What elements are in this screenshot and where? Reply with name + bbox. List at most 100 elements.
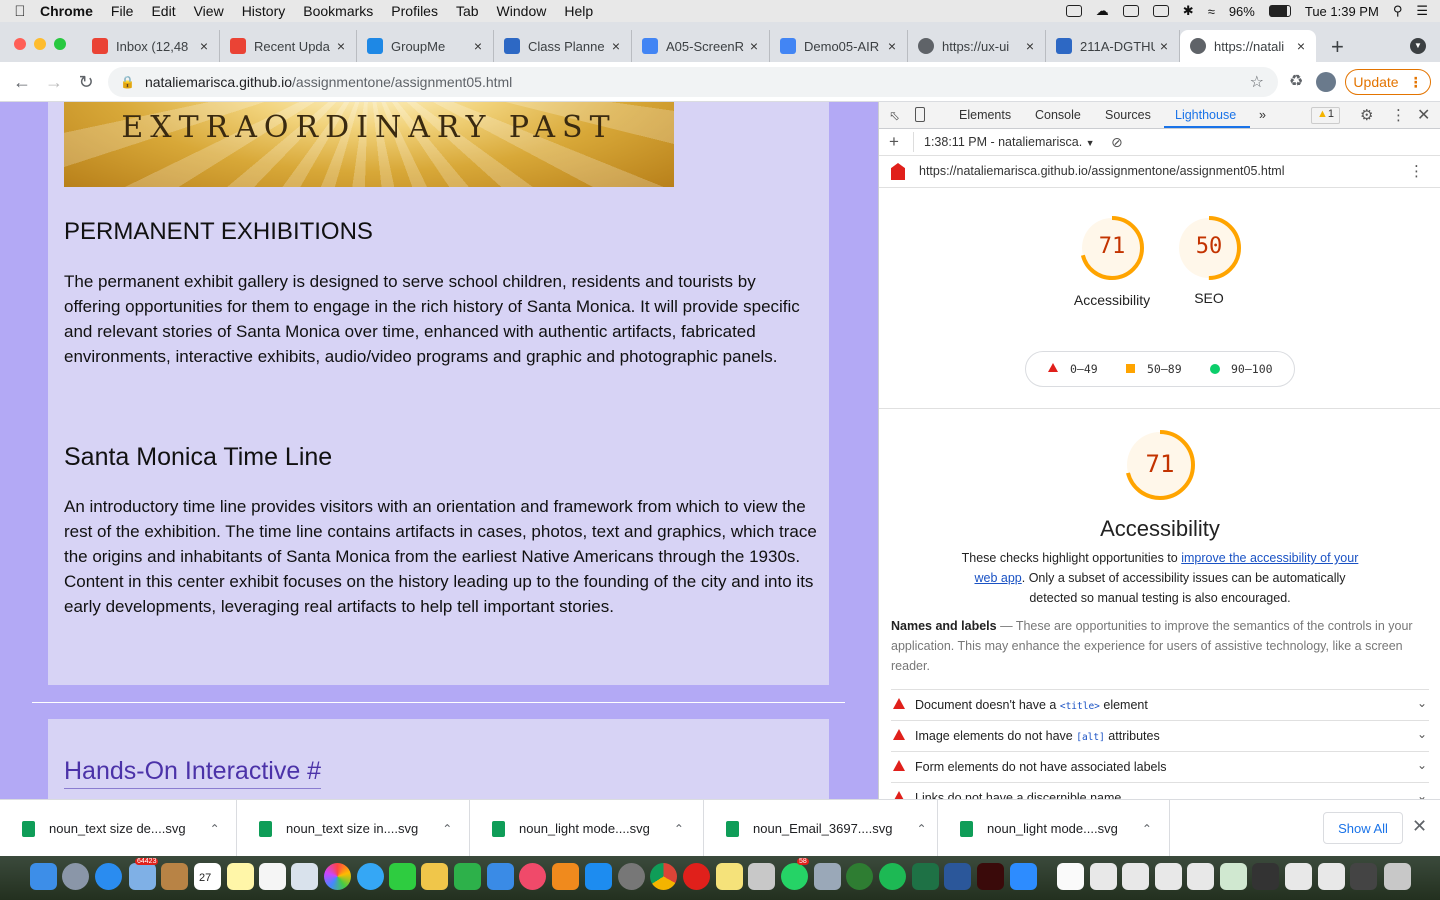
recent-doc-icon[interactable] [1220,863,1247,890]
close-downloads-shelf-icon[interactable]: ✕ [1412,816,1427,837]
show-all-downloads-button[interactable]: Show All [1323,812,1403,844]
stickies-icon[interactable] [716,863,743,890]
devtools-close-icon[interactable]: ✕ [1417,105,1430,125]
finder-icon[interactable] [30,863,57,890]
browser-tab[interactable]: Class Planne × [494,30,632,62]
contacts-icon[interactable] [161,863,188,890]
numbers-icon[interactable] [454,863,481,890]
download-item[interactable]: noun_light mode....svg ⌃ [938,800,1170,857]
music-icon[interactable] [519,863,546,890]
battery-percent[interactable]: 96% [1229,4,1255,19]
trash-icon[interactable] [1384,863,1411,890]
opera-icon[interactable] [683,863,710,890]
excel-icon[interactable] [912,863,939,890]
pages-icon[interactable] [421,863,448,890]
clock[interactable]: Tue 1:39 PM [1305,4,1379,19]
window-zoom-icon[interactable] [54,38,66,50]
whatsapp-icon[interactable]: 58 [781,858,809,890]
airplay-icon[interactable] [1122,5,1139,17]
download-options-chevron-icon[interactable]: ⌃ [1142,822,1152,836]
bluetooth-icon[interactable]: ✱ [1183,3,1194,19]
recent-doc-icon[interactable] [1187,863,1214,890]
tab-close-icon[interactable]: × [332,38,350,54]
audit-image-alt[interactable]: Image elements do not have [alt] attribu… [891,720,1429,751]
messages-icon[interactable] [357,863,384,890]
device-toolbar-icon[interactable] [915,107,925,122]
window-close-icon[interactable] [14,38,26,50]
devtools-tab-elements[interactable]: Elements [959,108,1011,122]
launchpad-icon[interactable] [62,863,89,890]
tab-close-icon[interactable]: × [607,38,625,54]
forward-arrow-icon[interactable]: → [42,70,66,94]
download-item[interactable]: noun_light mode....svg ⌃ [470,800,704,857]
spotify-icon[interactable] [879,863,906,890]
recent-doc-icon[interactable] [1318,863,1345,890]
spotlight-search-icon[interactable]: ⚲ [1393,3,1403,19]
download-item[interactable]: noun_Email_3697....svg ⌃ [704,800,938,857]
browser-tab[interactable]: https://ux-ui × [908,30,1046,62]
zoom-icon[interactable] [1010,863,1037,890]
clear-reports-icon[interactable]: ⊘ [1111,134,1123,151]
recent-doc-icon[interactable] [1350,863,1377,890]
report-selector[interactable]: 1:38:11 PM - nataliemarisca. ▼ [924,135,1095,149]
image-capture-icon[interactable] [814,863,841,890]
warnings-badge[interactable]: ▲1 [1311,107,1341,124]
atom-icon[interactable] [846,863,873,890]
notification-center-icon[interactable]: ☰ [1416,3,1428,19]
wifi-icon[interactable]: ≈ [1208,4,1215,19]
battery-meter-icon[interactable] [1152,5,1169,17]
browser-tab[interactable]: Demo05-AIR × [770,30,908,62]
browser-tab[interactable]: https://natali × [1180,30,1316,62]
browser-tab[interactable]: A05-ScreenR × [632,30,770,62]
report-menu-icon[interactable]: ⋮ [1409,162,1424,180]
photos-icon[interactable] [324,863,351,890]
devtools-tab-console[interactable]: Console [1035,108,1081,122]
recent-doc-icon[interactable] [1090,863,1117,890]
browser-tab[interactable]: 211A-DGTHU × [1046,30,1180,62]
download-options-chevron-icon[interactable]: ⌃ [916,822,926,836]
keynote-icon[interactable] [487,863,514,890]
download-item[interactable]: noun_text size de....svg ⌃ [0,800,237,857]
battery-icon[interactable] [1268,5,1291,17]
expand-chevron-icon[interactable]: ⌄ [1417,758,1427,772]
tab-close-icon[interactable]: × [1155,38,1173,54]
profile-avatar[interactable] [1316,72,1336,92]
tab-close-icon[interactable]: × [469,38,487,54]
devtools-tab-sources[interactable]: Sources [1105,108,1151,122]
address-bar[interactable]: 🔒 nataliemarisca.github.io/assignmentone… [108,67,1278,97]
safari-icon[interactable] [95,863,122,890]
system-preferences-icon[interactable] [618,863,645,890]
audit-link-names[interactable]: Links do not have a discernible name ⌄ [891,782,1429,799]
menu-help[interactable]: Help [564,3,593,19]
recent-doc-icon[interactable] [1285,863,1312,890]
menu-bookmarks[interactable]: Bookmarks [303,3,373,19]
devtools-settings-gear-icon[interactable]: ⚙ [1360,106,1373,124]
preview-icon[interactable] [291,863,318,890]
app-menu-chrome[interactable]: Chrome [40,3,93,19]
menu-file[interactable]: File [111,3,134,19]
word-icon[interactable] [944,863,971,890]
audit-document-title[interactable]: Document doesn't have a <title> element … [891,689,1429,720]
flash-icon[interactable] [977,863,1004,890]
download-options-chevron-icon[interactable]: ⌃ [442,822,452,836]
expand-chevron-icon[interactable]: ⌄ [1417,789,1427,799]
new-report-plus-icon[interactable]: + [889,132,899,152]
devtools-more-tabs-icon[interactable]: » [1259,108,1266,122]
expand-chevron-icon[interactable]: ⌄ [1417,696,1427,710]
help-icon[interactable] [748,863,775,890]
calendar-icon[interactable]: 27 [194,863,221,890]
menu-history[interactable]: History [242,3,286,19]
expand-chevron-icon[interactable]: ⌄ [1417,727,1427,741]
mail-icon[interactable]: 64423 [129,858,159,890]
extensions-puzzle-icon[interactable]: ♻ [1284,70,1308,94]
reminders-icon[interactable] [259,863,286,890]
bookmark-star-icon[interactable]: ☆ [1250,72,1264,92]
web-page-viewport[interactable]: EXTRAORDINARY PAST PERMANENT EXHIBITIONS… [0,102,878,799]
menu-profiles[interactable]: Profiles [391,3,438,19]
browser-tab[interactable]: Inbox (12,48 × [82,30,220,62]
recent-doc-icon[interactable] [1252,863,1279,890]
menu-tab[interactable]: Tab [456,3,479,19]
browser-tab[interactable]: Recent Upda × [220,30,357,62]
tab-search-icon[interactable]: ▼ [1410,38,1426,54]
creative-cloud-icon[interactable]: ☁ [1096,3,1109,19]
